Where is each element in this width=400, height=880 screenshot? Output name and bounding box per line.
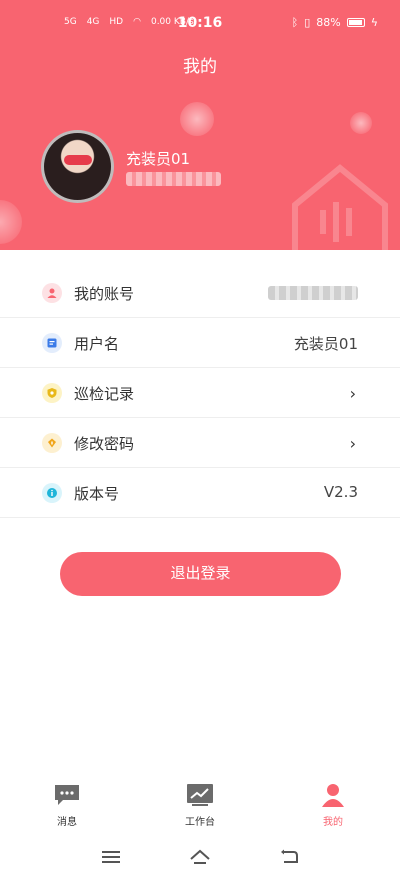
tab-messages[interactable]: 消息: [32, 783, 102, 828]
system-indicators: ᛒ ▯ 88% ϟ: [292, 16, 378, 29]
user-account-blurred: **********: [126, 172, 221, 186]
user-name: 充装员01: [126, 150, 191, 168]
lock-icon: [42, 433, 62, 453]
row-patrol-records[interactable]: 巡检记录 ›: [0, 368, 400, 418]
row-label: 巡检记录: [74, 385, 135, 403]
tab-label: 工作台: [185, 817, 215, 828]
info-icon: [42, 483, 62, 503]
settings-list: 我的账号 ********** 用户名 充装员01 巡检记录 › 修改密码 › …: [0, 268, 400, 518]
chevron-right-icon: ›: [349, 434, 356, 453]
menu-icon[interactable]: [99, 846, 123, 868]
row-label: 版本号: [74, 485, 120, 503]
bottom-tab-bar: 消息 工作台 我的: [0, 775, 400, 835]
profile-header: 5G 4G HD ◠ 0.00 KB/s 10:16 ᛒ ▯ 88% ϟ 我的 …: [0, 0, 400, 250]
battery-percent: 88%: [316, 16, 341, 29]
row-username: 用户名 充装员01: [0, 318, 400, 368]
status-bar: 5G 4G HD ◠ 0.00 KB/s 10:16 ᛒ ▯ 88% ϟ: [0, 0, 400, 50]
version-value: V2.3: [323, 483, 358, 501]
tab-mine[interactable]: 我的: [298, 783, 368, 828]
username-value: 充装员01: [293, 335, 358, 353]
battery-icon: [346, 18, 365, 27]
id-card-icon: [42, 333, 62, 353]
row-my-account: 我的账号 **********: [0, 268, 400, 318]
message-icon: [55, 785, 79, 805]
chevron-right-icon: ›: [349, 384, 356, 403]
shield-icon: [42, 383, 62, 403]
row-label: 用户名: [74, 335, 120, 353]
account-value-blurred: **********: [268, 286, 358, 300]
page-title: 我的: [183, 57, 217, 77]
bluetooth-icon: ᛒ: [291, 16, 299, 29]
decor-bubble: [180, 102, 214, 136]
avatar[interactable]: [41, 130, 114, 203]
tab-label: 我的: [323, 817, 343, 828]
person-icon: [42, 283, 62, 303]
chart-trend-icon: [187, 784, 213, 806]
person-icon: [322, 784, 344, 807]
avatar-glasses: [64, 155, 92, 165]
row-label: 我的账号: [74, 285, 135, 303]
vibrate-icon: ▯: [304, 16, 311, 29]
tab-workbench[interactable]: 工作台: [165, 783, 235, 828]
home-icon[interactable]: [188, 846, 212, 868]
row-change-password[interactable]: 修改密码 ›: [0, 418, 400, 468]
system-nav-bar: [0, 838, 400, 880]
tab-label: 消息: [57, 817, 77, 828]
charging-icon: ϟ: [370, 16, 378, 29]
house-decoration-icon: [292, 164, 388, 250]
back-icon[interactable]: [277, 846, 301, 868]
row-version: 版本号 V2.3: [0, 468, 400, 518]
decor-bubble: [350, 112, 372, 134]
decor-bubble: [0, 200, 22, 244]
logout-button[interactable]: 退出登录: [60, 552, 341, 596]
row-label: 修改密码: [74, 435, 135, 453]
